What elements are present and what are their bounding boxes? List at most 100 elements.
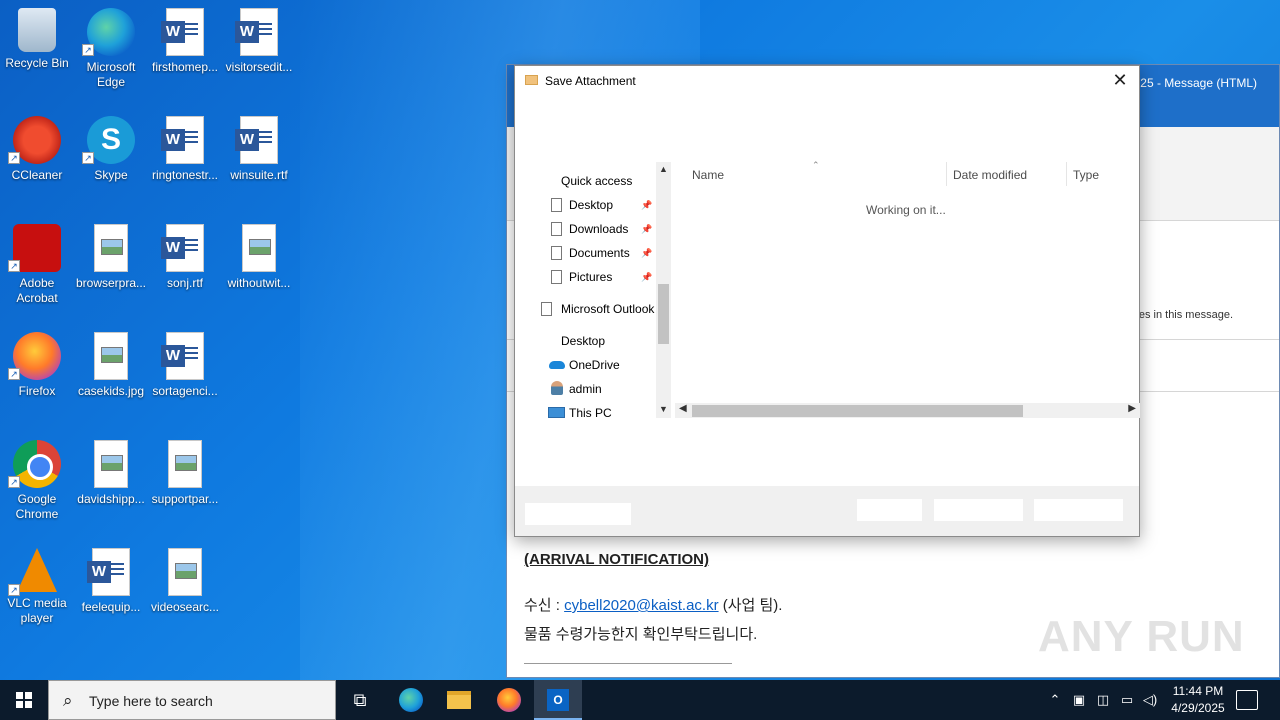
acrobat-icon: [13, 224, 61, 272]
desktop-icon[interactable]: Wvisitorsedit...: [222, 8, 296, 75]
pin-icon: 📌: [641, 272, 653, 282]
cancel-button-placeholder[interactable]: [1034, 499, 1123, 521]
column-type[interactable]: Type: [1073, 168, 1099, 182]
desktop-icon-label: Firefox: [18, 384, 56, 398]
desktop-icon[interactable]: ↗ Microsoft Edge: [74, 8, 148, 90]
edge-icon: [399, 688, 423, 712]
shortcut-arrow-icon: ↗: [82, 44, 94, 56]
desktop-icon[interactable]: Wwinsuite.rtf: [222, 116, 296, 183]
scroll-down-arrow[interactable]: ▼: [656, 404, 671, 414]
shortcut-arrow-icon: ↗: [8, 584, 20, 596]
column-name[interactable]: Name: [692, 168, 724, 182]
outlook-icon: O: [547, 689, 569, 711]
user-icon: [551, 381, 563, 395]
nav-pictures[interactable]: Pictures: [569, 270, 612, 284]
mail-divider: [524, 663, 732, 664]
outlook-tray-icon[interactable]: ▣: [1069, 680, 1089, 720]
volume-icon[interactable]: ◁): [1140, 680, 1160, 720]
image-file-icon: [94, 332, 128, 380]
notification-icon[interactable]: [1236, 690, 1258, 710]
desktop-icon[interactable]: browserpra...: [74, 224, 148, 291]
word-logo-icon: W: [87, 561, 111, 583]
scroll-left-arrow[interactable]: ◀: [679, 403, 687, 414]
desktop-icon[interactable]: Recycle Bin: [0, 8, 74, 71]
taskbar-search-box[interactable]: ⌕ Type here to search: [48, 680, 336, 720]
taskbar-clock[interactable]: 11:44 PM 4/29/2025: [1160, 683, 1236, 717]
recipient-email-link[interactable]: cybell2020@kaist.ac.kr: [564, 597, 718, 614]
nav-documents[interactable]: Documents: [569, 246, 630, 260]
anyrun-watermark: ANY RUN: [1038, 612, 1245, 661]
column-date-modified[interactable]: Date modified: [953, 168, 1027, 182]
desktop-icon[interactable]: Wfirsthomep...: [148, 8, 222, 75]
outlook-folder-icon: [541, 302, 552, 316]
desktop-icon[interactable]: ↗ Google Chrome: [0, 440, 74, 522]
nav-admin[interactable]: admin: [569, 382, 602, 396]
nav-scroll-thumb[interactable]: [658, 284, 669, 344]
desktop-icon-label: withoutwit...: [227, 276, 291, 290]
taskbar-file-explorer-button[interactable]: [435, 680, 483, 720]
folder-icon: [551, 270, 562, 284]
horizontal-scrollbar[interactable]: ◀ ▶: [675, 403, 1140, 418]
skype-icon: S: [87, 116, 135, 164]
desktop-icon[interactable]: Wringtonestr...: [148, 116, 222, 183]
tools-button-placeholder[interactable]: [857, 499, 922, 521]
scroll-right-arrow[interactable]: ▶: [1128, 403, 1136, 414]
scroll-up-arrow[interactable]: ▲: [656, 164, 671, 174]
task-view-button[interactable]: ⧉: [336, 680, 384, 720]
desktop-icon[interactable]: casekids.jpg: [74, 332, 148, 399]
word-logo-icon: W: [235, 21, 259, 43]
picture-thumbnail-icon: [101, 347, 123, 363]
desktop-icon[interactable]: ↗ VLC media player: [0, 548, 74, 626]
desktop-icon[interactable]: videosearc...: [148, 548, 222, 615]
close-button[interactable]: ✕: [1109, 68, 1131, 92]
clock-time: 11:44 PM: [1172, 684, 1224, 698]
pin-icon: 📌: [641, 224, 653, 234]
nav-desktop-root[interactable]: Desktop: [561, 334, 605, 348]
desktop-icon[interactable]: ↗ Adobe Acrobat: [0, 224, 74, 306]
folder-icon: [551, 222, 562, 236]
start-button[interactable]: [0, 680, 48, 720]
desktop-icon[interactable]: Wsonj.rtf: [148, 224, 222, 291]
nav-desktop[interactable]: Desktop: [569, 198, 613, 212]
nav-quick-access[interactable]: Quick access: [561, 174, 632, 188]
taskbar: ⌕ Type here to search ⧉ O ⌃ ▣ ◫ ▭ ◁) 11:…: [0, 680, 1280, 720]
desktop-icon[interactable]: ↗ CCleaner: [0, 116, 74, 183]
desktop-icon-label: Adobe Acrobat: [16, 276, 58, 305]
hide-folders-placeholder[interactable]: [525, 503, 631, 525]
nav-this-pc[interactable]: This PC: [569, 406, 612, 420]
desktop-icon[interactable]: Wfeelequip...: [74, 548, 148, 615]
chevron-up-icon[interactable]: ⌃: [1046, 680, 1064, 720]
image-file-icon: [94, 224, 128, 272]
recipient-suffix: (사업 팀).: [718, 597, 783, 614]
desktop-icon[interactable]: S ↗ Skype: [74, 116, 148, 183]
document-lines-icon: [184, 131, 198, 133]
column-divider[interactable]: [946, 162, 947, 186]
picture-thumbnail-icon: [175, 455, 197, 471]
taskbar-outlook-button[interactable]: O: [534, 680, 582, 720]
nav-scrollbar[interactable]: ▲ ▼: [656, 162, 671, 418]
desktop-icon-label: videosearc...: [150, 600, 220, 614]
taskbar-edge-button[interactable]: [386, 680, 434, 720]
this-pc-icon: [548, 407, 565, 418]
save-attachment-dialog: Save Attachment ✕ Quick access Desktop 📌…: [514, 65, 1140, 537]
taskbar-firefox-button[interactable]: [485, 680, 533, 720]
desktop-icon[interactable]: davidshipp...: [74, 440, 148, 507]
firefox-icon: [13, 332, 61, 380]
nav-microsoft-outlook[interactable]: Microsoft Outlook: [561, 302, 654, 316]
desktop-icon[interactable]: Wsortagenci...: [148, 332, 222, 399]
meet-now-icon[interactable]: ◫: [1093, 680, 1113, 720]
picture-thumbnail-icon: [101, 239, 123, 255]
column-divider[interactable]: [1066, 162, 1067, 186]
horizontal-scroll-thumb[interactable]: [692, 405, 1023, 417]
desktop-icon[interactable]: ↗ Firefox: [0, 332, 74, 399]
network-icon[interactable]: ▭: [1117, 680, 1137, 720]
save-button-placeholder[interactable]: [934, 499, 1023, 521]
nav-onedrive[interactable]: OneDrive: [569, 358, 620, 372]
nav-downloads[interactable]: Downloads: [569, 222, 628, 236]
document-lines-icon: [184, 239, 198, 241]
desktop-icon[interactable]: supportpar...: [148, 440, 222, 507]
chrome-icon: [13, 440, 61, 488]
word-document-icon: W: [235, 116, 278, 164]
desktop-icon[interactable]: withoutwit...: [222, 224, 296, 291]
desktop-icon-label: firsthomep...: [151, 60, 219, 74]
